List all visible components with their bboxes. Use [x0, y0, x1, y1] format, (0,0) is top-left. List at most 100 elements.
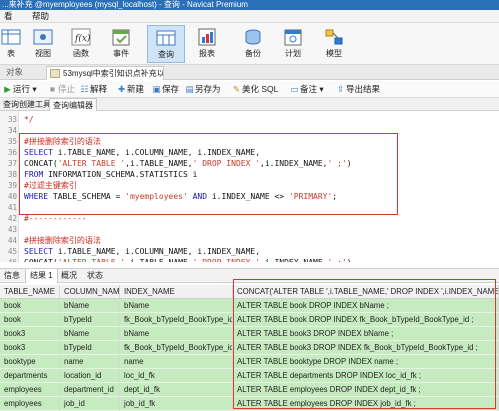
table-row-cell-column-name[interactable]: bTypeId [60, 313, 120, 327]
ribbon-label: 计划 [285, 49, 301, 58]
ribbon-function-button[interactable]: f(x) 函数 [62, 25, 100, 63]
table-row-cell-table-name[interactable]: book3 [0, 341, 60, 355]
tab-query-editor[interactable]: 查询编辑器 [49, 98, 97, 111]
ribbon-schedule-button[interactable]: 计划 [274, 25, 312, 63]
line-number: 35 [7, 137, 17, 146]
menu-view[interactable]: 看 [4, 10, 13, 23]
tab-profile[interactable]: 概况 [57, 269, 81, 283]
explain-label: 解释 [90, 84, 108, 94]
save-as-label: 另存为 [195, 84, 221, 94]
explain-button[interactable]: ☷ 解释 [80, 81, 107, 98]
ribbon-event-button[interactable]: 事件 [102, 25, 140, 63]
table-row-cell-index-name[interactable]: bName [120, 299, 233, 313]
table-row-cell-table-name[interactable]: booktype [0, 355, 60, 369]
line-number: 40 [7, 192, 17, 201]
tab-query[interactable]: 53mysql中索引知识点补充以... [46, 66, 164, 80]
code-line: CONCAT('ALTER TABLE ',i.TABLE_NAME,' DRO… [24, 257, 352, 262]
line-number: 37 [7, 159, 17, 168]
code-line: SELECT i.TABLE_NAME, i.COLUMN_NAME, i.IN… [24, 246, 260, 257]
ribbon-backup-button[interactable]: 备份 [234, 25, 272, 63]
tab-info[interactable]: 信息 [0, 269, 24, 283]
editor-mode-tabs: 查询创建工具 查询编辑器 [0, 98, 499, 111]
code-line: #拼接删除索引的语法 [24, 235, 101, 246]
query-icon [156, 30, 176, 46]
ribbon-query-button[interactable]: 查询 [147, 25, 185, 63]
ribbon-label: 报表 [199, 49, 215, 58]
table-row-cell-column-name[interactable]: bName [60, 299, 120, 313]
save-button[interactable]: ▣保存 [152, 81, 179, 98]
ribbon-label: 事件 [113, 49, 129, 58]
code-token: 'ALTER TABLE ' [58, 258, 125, 262]
tab-objects[interactable]: 对象 [6, 65, 23, 80]
tab-result-1[interactable]: 结果 1 [25, 269, 58, 283]
line-number: 33 [7, 115, 17, 124]
table-row-cell-table-name[interactable]: employees [0, 397, 60, 411]
table-row-cell-index-name[interactable]: dept_id_fk [120, 383, 233, 397]
ribbon-label: 备份 [245, 49, 261, 58]
ribbon-label: 查询 [158, 50, 174, 59]
column-header[interactable]: INDEX_NAME [120, 285, 233, 299]
tab-status[interactable]: 状态 [83, 269, 107, 283]
table-row-cell-index-name[interactable]: bName [120, 327, 233, 341]
new-label: 新建 [127, 84, 145, 94]
column-header[interactable]: TABLE_NAME [0, 285, 60, 299]
tab-query-label: 53mysql中索引知识点补充以... [63, 69, 164, 78]
ribbon-report-button[interactable]: 报表 [188, 25, 226, 63]
line-number: 39 [7, 181, 17, 190]
table-row-cell-column-name[interactable]: location_id [60, 369, 120, 383]
schedule-icon [284, 29, 302, 46]
line-number: 38 [7, 170, 17, 179]
table-row-cell-column-name[interactable]: bTypeId [60, 341, 120, 355]
table-row-cell-index-name[interactable]: fk_Book_bTypeId_BookType_id [120, 313, 233, 327]
save-as-button[interactable]: ▤另存为 [185, 81, 221, 98]
code-token: ' DROP INDEX ' [193, 258, 260, 262]
table-row-cell-index-name[interactable]: job_id_fk [120, 397, 233, 411]
menu-help[interactable]: 帮助 [32, 10, 49, 23]
sql-editor[interactable]: 33 34 35 36 37 38 39 40 41 42 43 44 4546 */ #拼接删除索引的语… [0, 111, 499, 262]
code-token: ,i.INDEX_NAME, [260, 258, 327, 262]
table-row-cell-column-name[interactable]: job_id [60, 397, 120, 411]
event-icon [112, 29, 130, 46]
menu-bar: 看 帮助 [0, 10, 499, 23]
ribbon-label: 视图 [35, 49, 51, 58]
new-button[interactable]: ✚ 新建 [117, 81, 144, 98]
ribbon-model-button[interactable]: 模型 [315, 25, 353, 63]
table-row-cell-index-name[interactable]: loc_id_fk [120, 369, 233, 383]
ribbon-label: 模型 [326, 49, 342, 58]
comment-label: 备注 [300, 84, 318, 94]
line-number: 34 [7, 126, 17, 135]
stop-icon: ■ [49, 84, 56, 94]
line-number: 46 [0, 257, 17, 262]
table-row-cell-table-name[interactable]: book [0, 299, 60, 313]
code-token: i.TABLE_NAME, i.COLUMN_NAME, i.INDEX_NAM… [52, 247, 261, 256]
line-number: 45 [7, 247, 17, 256]
document-tab-bar: 对象 53mysql中索引知识点补充以... [0, 65, 499, 80]
stop-button[interactable]: ■ 停止 [48, 81, 75, 98]
table-row-cell-column-name[interactable]: name [60, 355, 120, 369]
comment-button[interactable]: ▭备注 ▾ [290, 81, 323, 98]
table-row-cell-table-name[interactable]: book3 [0, 327, 60, 341]
table-row-cell-table-name[interactable]: book [0, 313, 60, 327]
export-results-button[interactable]: ⇪ 导出结果 [336, 81, 380, 98]
beautify-sql-button[interactable]: ✎ 美化 SQL [232, 81, 278, 98]
beautify-label: 美化 SQL [242, 84, 279, 94]
tab-query-builder[interactable]: 查询创建工具 [0, 98, 54, 111]
table-row-cell-index-name[interactable]: fk_Book_bTypeId_BookType_id [120, 341, 233, 355]
ribbon-view-button[interactable]: 视图 [24, 25, 62, 63]
table-row-cell-index-name[interactable]: name [120, 355, 233, 369]
run-button[interactable]: ▶ 运行 ▾ [3, 81, 36, 98]
table-row-cell-column-name[interactable]: department_id [60, 383, 120, 397]
table-row-cell-column-name[interactable]: bName [60, 327, 120, 341]
line-number: 43 [7, 225, 17, 234]
run-label: 运行 [13, 84, 31, 94]
save-label: 保存 [162, 84, 180, 94]
backup-icon [245, 29, 261, 45]
save-as-icon: ▤ [185, 84, 194, 94]
new-icon: ✚ [117, 84, 126, 94]
beautify-icon: ✎ [232, 84, 241, 94]
column-header[interactable]: COLUMN_NAME [60, 285, 120, 299]
code-line: */ [24, 114, 34, 125]
table-row-cell-table-name[interactable]: employees [0, 383, 60, 397]
query-toolbar: ▶ 运行 ▾ ■ 停止 ☷ 解释 ✚ 新建 ▣保存 ▤另存为 ✎ 美化 SQL ▭备注 ▾… [0, 81, 499, 98]
table-row-cell-table-name[interactable]: departments [0, 369, 60, 383]
